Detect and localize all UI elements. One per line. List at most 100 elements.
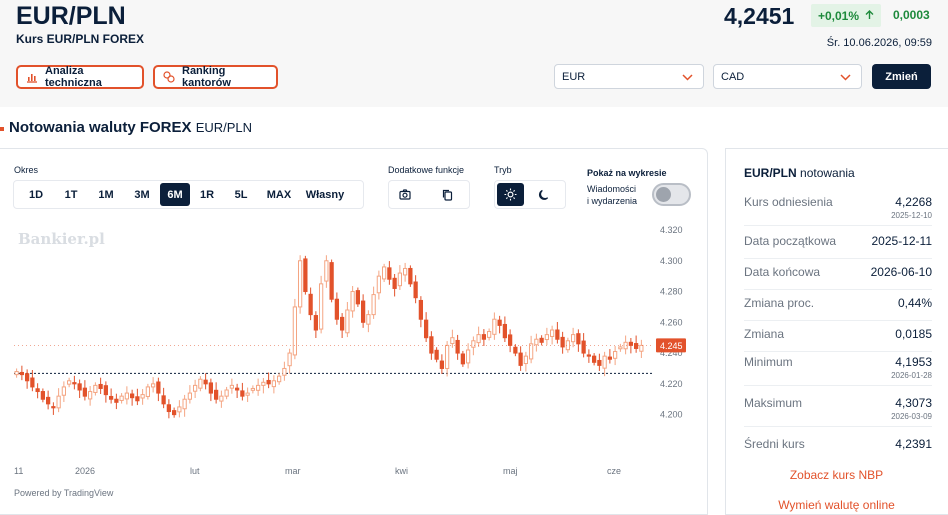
candlestick-chart[interactable]: Bankier.pl 4.3204.3004.2804.2604.2404.220…: [0, 220, 708, 485]
pair-title: EUR/PLN: [16, 2, 126, 30]
stats-title-rest: notowania: [800, 166, 855, 180]
period-button-własny[interactable]: Własny: [300, 183, 350, 206]
period-button-1d[interactable]: 1D: [18, 183, 54, 206]
candle-body: [255, 384, 261, 391]
stat-label: Data końcowa: [744, 265, 821, 279]
candle-body: [408, 267, 413, 285]
stat-value: 4,3073: [895, 396, 932, 410]
candle-body: [213, 389, 219, 400]
chart-watermark: Bankier.pl: [18, 230, 105, 248]
candle-body: [465, 349, 471, 364]
candle-body: [334, 298, 340, 320]
ranking-button[interactable]: Ranking kantorów: [153, 65, 278, 89]
period-button-1m[interactable]: 1M: [88, 183, 124, 206]
nbp-rate-link[interactable]: Zobacz kurs NBP: [725, 468, 948, 482]
sun-icon[interactable]: [497, 183, 524, 206]
stat-divider: [744, 258, 932, 259]
candle-body: [439, 360, 445, 369]
camera-icon[interactable]: [392, 183, 419, 206]
candle-body: [161, 395, 166, 405]
candle-body: [203, 379, 208, 385]
candle-body: [135, 396, 140, 402]
period-button-1r[interactable]: 1R: [190, 183, 224, 206]
candle-body: [182, 398, 187, 410]
candle-body: [234, 387, 240, 391]
currency-to-value: CAD: [721, 70, 745, 83]
candle-body: [324, 260, 329, 282]
change-pair-button[interactable]: Zmień: [872, 64, 931, 89]
candle-body: [24, 373, 30, 382]
mode-group: [494, 180, 566, 209]
candle-body: [192, 384, 198, 392]
candle-body: [539, 337, 544, 343]
change-pct: +0,01%: [817, 8, 860, 23]
stat-value: 2026-06-10: [870, 265, 932, 279]
stat-value: 0,44%: [897, 296, 932, 310]
candle-body: [271, 380, 277, 388]
candle-body: [387, 267, 392, 280]
candle-body: [124, 392, 130, 400]
candle-body: [413, 281, 418, 299]
candle-body: [612, 351, 618, 359]
stat-value: 2025-12-11: [871, 234, 933, 248]
section-marker: [0, 127, 4, 131]
candle-body: [555, 329, 560, 340]
candle-body: [444, 344, 450, 369]
stat-date: 2026-01-28: [891, 371, 932, 380]
x-tick-label: 2026: [75, 466, 95, 476]
technical-analysis-button[interactable]: Analiza techniczna: [16, 65, 144, 89]
candle-body: [87, 391, 93, 400]
ranking-label: Ranking kantorów: [182, 65, 231, 89]
candle-body: [607, 356, 613, 360]
copy-icon[interactable]: [435, 183, 462, 206]
period-button-max[interactable]: MAX: [258, 183, 300, 206]
y-tick-label: 4.200: [660, 410, 683, 420]
bar-chart-icon: [26, 72, 38, 83]
candle-body: [45, 396, 51, 405]
candle-body: [481, 334, 487, 340]
candle-body: [308, 293, 313, 316]
candle-body: [591, 355, 597, 363]
candle-body: [303, 258, 308, 293]
candle-body: [471, 340, 476, 348]
candle-body: [103, 385, 109, 396]
candle-body: [287, 352, 292, 367]
candle-body: [549, 329, 555, 337]
candle-body: [355, 290, 361, 305]
period-button-5l[interactable]: 5L: [224, 183, 258, 206]
currency-to-select[interactable]: CAD: [713, 64, 862, 89]
candle-body: [40, 391, 46, 400]
candle-body: [492, 318, 497, 335]
news-toggle[interactable]: [652, 183, 691, 206]
news-label-2: i wydarzenia: [587, 196, 638, 206]
candle-body: [187, 392, 193, 400]
candle-body: [423, 319, 429, 339]
extra-functions-group: [388, 180, 470, 209]
candle-body: [371, 294, 376, 316]
period-button-6m[interactable]: 6M: [160, 183, 190, 206]
candle-body: [350, 291, 355, 312]
stat-label: Średni kurs: [744, 437, 805, 451]
moon-icon[interactable]: [530, 183, 557, 206]
candle-body: [497, 319, 502, 326]
candle-body: [145, 386, 151, 397]
powered-by[interactable]: Powered by TradingView: [14, 488, 113, 498]
period-button-3m[interactable]: 3M: [124, 183, 160, 206]
candle-body: [150, 383, 156, 388]
candle-body: [61, 386, 67, 396]
x-tick-label: kwi: [395, 466, 408, 476]
exchange-online-link[interactable]: Wymień walutę online: [725, 498, 948, 512]
candle-body: [282, 367, 287, 376]
stat-date: 2025-12-10: [891, 211, 932, 220]
candle-body: [597, 359, 602, 366]
currency-from-select[interactable]: EUR: [554, 64, 704, 89]
pair-subtitle: Kurs EUR/PLN FOREX: [16, 32, 145, 46]
candle-body: [156, 381, 161, 394]
candle-body: [82, 387, 88, 397]
candle-body: [366, 314, 371, 325]
candle-body: [402, 267, 408, 276]
news-label-1: Wiadomości: [587, 184, 637, 194]
currency-from-value: EUR: [562, 70, 586, 83]
candle-body: [455, 339, 460, 354]
period-button-1t[interactable]: 1T: [54, 183, 88, 206]
